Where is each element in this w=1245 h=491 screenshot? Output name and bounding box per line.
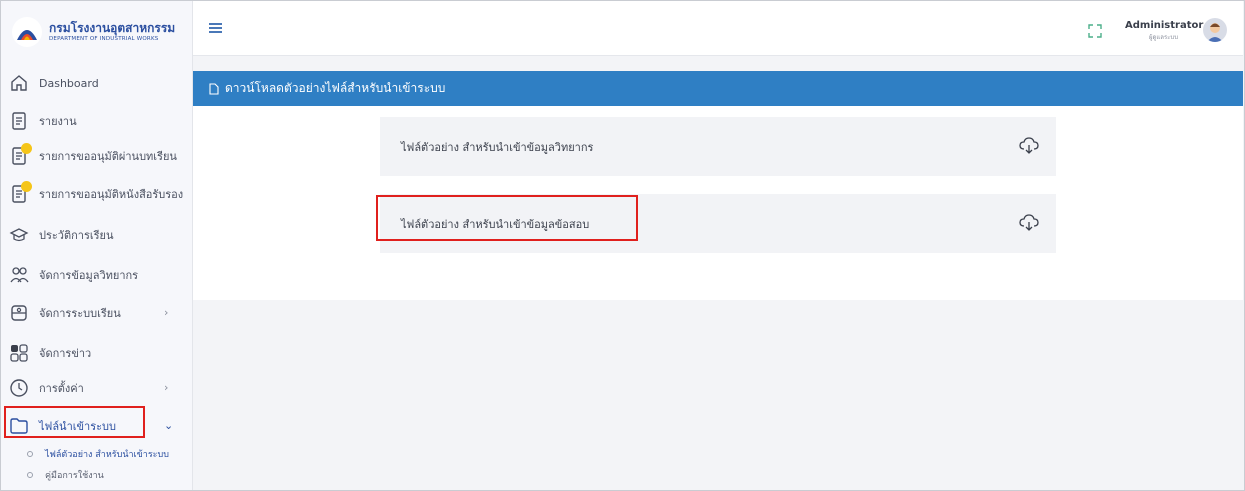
sidebar-item-course-system[interactable]: จัดการระบบเรียน [9,301,121,325]
topbar: Administrator ผู้ดูแลระบบ [193,1,1243,56]
logo-english-text: DEPARTMENT OF INDUSTRIAL WORKS [49,35,159,42]
sidebar-item-reports[interactable]: รายงาน [9,109,77,133]
chevron-right-icon[interactable]: › [164,306,168,319]
bullet-icon [27,451,33,457]
download-card: ดาวน์โหลดตัวอย่างไฟล์สำหรับนำเข้าระบบ ไฟ… [193,71,1243,300]
user-name[interactable]: Administrator [1125,20,1203,31]
graduation-cap-icon [9,225,29,245]
clock-icon [9,378,29,398]
sidebar-item-label: ประวัติการเรียน [39,229,114,242]
bullet-icon [27,472,33,478]
logo-thai-text: กรมโรงงานอุตสาหกรรม [49,21,176,36]
sidebar-item-label: รายการขออนุมัติหนังสือรับรอง [39,188,184,201]
menu-toggle-icon[interactable] [209,23,222,33]
sidebar-subitem-label: คู่มือการใช้งาน [45,471,104,481]
sidebar: กรมโรงงานอุตสาหกรรม DEPARTMENT OF INDUST… [1,1,193,490]
sidebar-item-label: จัดการข้อมูลวิทยากร [39,269,139,282]
logo[interactable]: กรมโรงงานอุตสาหกรรม DEPARTMENT OF INDUST… [11,9,186,55]
classroom-icon [9,303,29,323]
sidebar-item-lesson-approval[interactable]: รายการขออนุมัติผ่านบทเรียน [9,143,177,168]
grid-icon [9,343,29,363]
home-icon [9,73,29,93]
diw-logo-icon [11,16,43,48]
avatar[interactable] [1203,18,1227,42]
chevron-right-icon[interactable]: › [164,381,168,394]
notification-badge [21,143,32,154]
cloud-download-icon[interactable] [1019,137,1039,155]
document-icon [9,111,29,131]
notification-badge [21,181,32,192]
document-icon [9,181,32,204]
sidebar-item-speakers[interactable]: จัดการข้อมูลวิทยากร [9,263,138,287]
fullscreen-icon[interactable] [1088,23,1102,38]
sidebar-item-news[interactable]: จัดการข่าว [9,341,91,365]
cloud-download-icon[interactable] [1019,214,1039,232]
sidebar-item-label: รายการขออนุมัติผ่านบทเรียน [39,150,177,163]
sidebar-subitem-manual[interactable]: คู่มือการใช้งาน [27,468,104,482]
sidebar-item-learning-history[interactable]: ประวัติการเรียน [9,223,114,247]
users-icon [9,265,29,285]
chevron-down-icon[interactable]: ⌄ [164,419,173,432]
sidebar-subitem-sample-files[interactable]: ไฟล์ตัวอย่าง สำหรับนำเข้าระบบ [27,447,169,461]
document-icon [9,143,32,166]
highlight-box [376,195,638,241]
sidebar-item-certificate-approval[interactable]: รายการขออนุมัติหนังสือรับรอง [9,181,184,206]
file-row-label: ไฟล์ตัวอย่าง สำหรับนำเข้าข้อมูลวิทยากร [401,140,594,154]
sidebar-item-label: จัดการข่าว [39,347,92,360]
sidebar-item-settings[interactable]: การตั้งค่า [9,376,84,400]
file-row-speaker-sample[interactable]: ไฟล์ตัวอย่าง สำหรับนำเข้าข้อมูลวิทยากร [380,117,1056,176]
sidebar-subitem-label: ไฟล์ตัวอย่าง สำหรับนำเข้าระบบ [45,450,169,460]
sidebar-item-label: Dashboard [39,76,99,90]
user-role: ผู้ดูแลระบบ [1149,34,1179,41]
sidebar-item-label: รายงาน [39,115,77,128]
sidebar-item-label: จัดการระบบเรียน [39,307,121,320]
highlight-box [4,406,145,438]
card-title: ดาวน์โหลดตัวอย่างไฟล์สำหรับนำเข้าระบบ [225,81,446,95]
file-icon [209,82,219,95]
card-header: ดาวน์โหลดตัวอย่างไฟล์สำหรับนำเข้าระบบ [193,71,1243,106]
sidebar-item-label: การตั้งค่า [39,382,84,395]
sidebar-item-dashboard[interactable]: Dashboard [9,71,99,95]
